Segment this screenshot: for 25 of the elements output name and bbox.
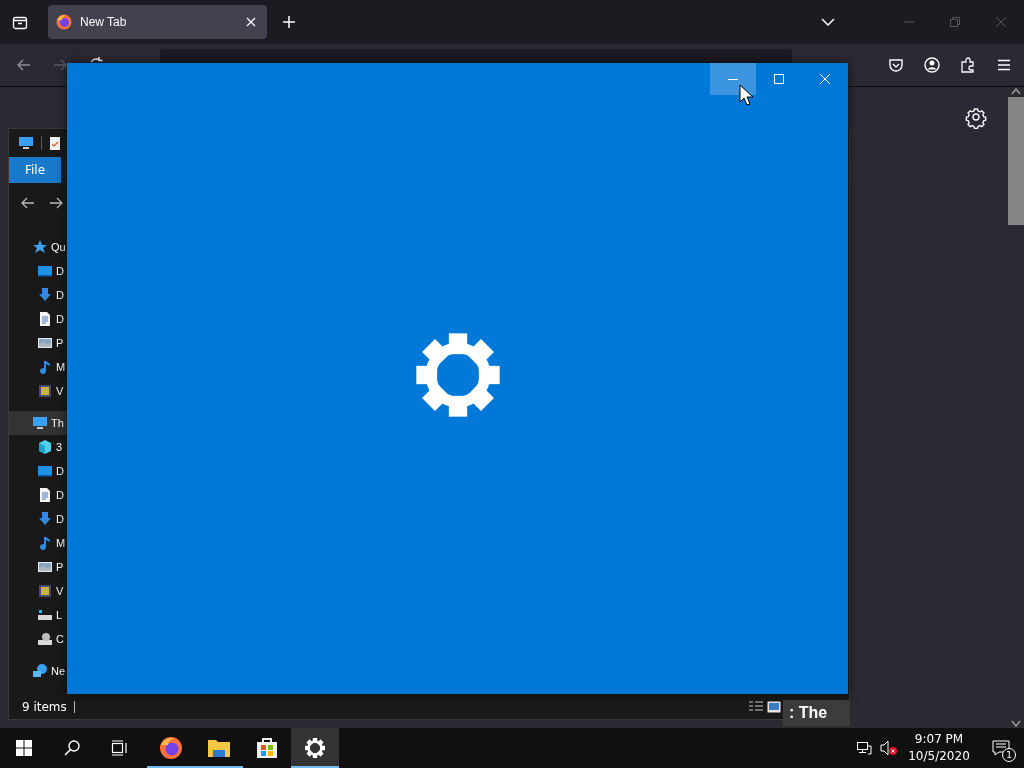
- tree-item[interactable]: D: [9, 259, 67, 283]
- tree-item[interactable]: P: [9, 331, 67, 355]
- tree-item[interactable]: P: [9, 555, 67, 579]
- tree-item[interactable]: C: [9, 627, 67, 651]
- tree-item[interactable]: 3: [9, 435, 67, 459]
- notifications-button[interactable]: 1: [978, 728, 1024, 768]
- tree-item[interactable]: Th: [9, 411, 67, 435]
- tree-item[interactable]: D: [9, 283, 67, 307]
- tree-item[interactable]: D: [9, 307, 67, 331]
- status-text: 9 items: [22, 700, 67, 714]
- tree-item[interactable]: M: [9, 531, 67, 555]
- ribbon-tab[interactable]: File: [9, 157, 62, 183]
- tree-item[interactable]: Qu: [9, 235, 67, 259]
- tree-item[interactable]: M: [9, 355, 67, 379]
- clock[interactable]: 9:07 PM 10/5/2020: [900, 728, 978, 768]
- tree-item[interactable]: L: [9, 603, 67, 627]
- count-badge: 1: [1002, 748, 1016, 762]
- tree-item[interactable]: D: [9, 507, 67, 531]
- heading-text: : The: [788, 703, 829, 722]
- browser-tab[interactable]: New Tab: [48, 5, 267, 39]
- tree-item[interactable]: D: [9, 483, 67, 507]
- tree-item[interactable]: D: [9, 459, 67, 483]
- tree-item[interactable]: V: [9, 379, 67, 403]
- tree-item[interactable]: V: [9, 579, 67, 603]
- tree-item[interactable]: Ne: [9, 659, 67, 683]
